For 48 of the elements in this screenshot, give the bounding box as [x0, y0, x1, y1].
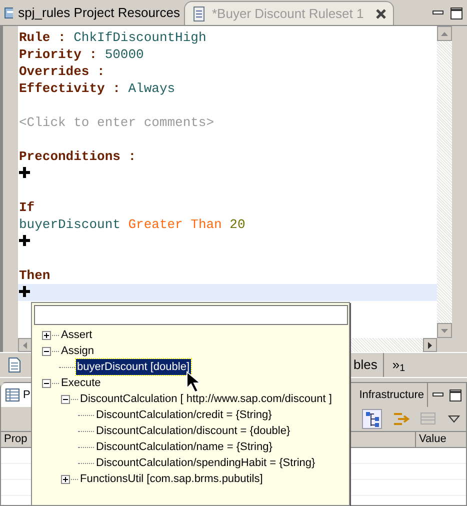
expand-icon[interactable] [42, 330, 51, 340]
properties-icon [5, 388, 20, 402]
down-arrow-icon [441, 328, 448, 332]
tree-item[interactable]: DiscountCalculation [ http://www.sap.com/discount ] [79, 390, 333, 408]
tree-item[interactable]: DiscountCalculation/spendingHabit = {String} [95, 454, 316, 472]
up-arrow-icon [441, 32, 448, 36]
tree-item[interactable]: Assert [60, 326, 94, 344]
collapse-icon[interactable] [42, 378, 51, 388]
section-heading: Preconditions : [19, 149, 136, 164]
condition-subject[interactable]: buyerDiscount [19, 217, 120, 232]
tree-item[interactable]: Assign [60, 342, 96, 360]
tree-item[interactable]: DiscountCalculation/name = {String} [95, 438, 274, 456]
rule-property-value[interactable]: Always [128, 81, 176, 96]
add-icon[interactable] [19, 167, 30, 178]
section-heading: Then [19, 268, 50, 283]
cursor-icon [186, 371, 201, 393]
dropdown-icon[interactable] [448, 415, 460, 423]
section-heading: If [19, 200, 35, 215]
document-icon [7, 357, 22, 373]
tree-item[interactable]: buyerDiscount [double] [76, 358, 191, 376]
rule-property-label: Effectivity : [19, 81, 120, 96]
condition-value[interactable]: 20 [230, 217, 246, 232]
rule-property-label: Rule : [19, 30, 66, 45]
rule-property-label: Overrides : [19, 64, 105, 79]
tree-item[interactable]: FunctionsUtil [com.sap.brms.pubutils] [79, 470, 264, 488]
scroll-right-button[interactable] [423, 338, 437, 352]
maximize-icon [450, 7, 463, 20]
collapse-icon[interactable] [61, 394, 70, 404]
filter-field[interactable] [34, 305, 348, 325]
column-header[interactable]: Value [416, 432, 466, 447]
project-icon [4, 5, 14, 21]
more-tabs-button[interactable]: »$_{1}$ [386, 353, 411, 377]
rule-property-value[interactable]: ChkIfDiscountHigh [74, 30, 206, 45]
add-icon[interactable] [19, 286, 30, 297]
tree-item[interactable]: DiscountCalculation/discount = {double} [95, 422, 292, 440]
maximize-icon [449, 388, 462, 402]
rule-property-value[interactable]: 50000 [104, 47, 144, 62]
collapse-icon[interactable] [42, 346, 51, 356]
right-arrow-icon [428, 342, 432, 348]
add-icon[interactable] [19, 235, 30, 246]
document-icon [191, 6, 207, 22]
editor-tab[interactable]: spj_rules Project Resources [0, 1, 184, 25]
left-arrow-icon [23, 342, 27, 348]
rule-property-label: Priority : [19, 47, 98, 62]
close-icon[interactable] [374, 8, 387, 20]
expand-icon[interactable] [61, 474, 70, 484]
tree-item[interactable]: Execute [60, 374, 102, 392]
tree-view-icon[interactable] [362, 409, 382, 429]
